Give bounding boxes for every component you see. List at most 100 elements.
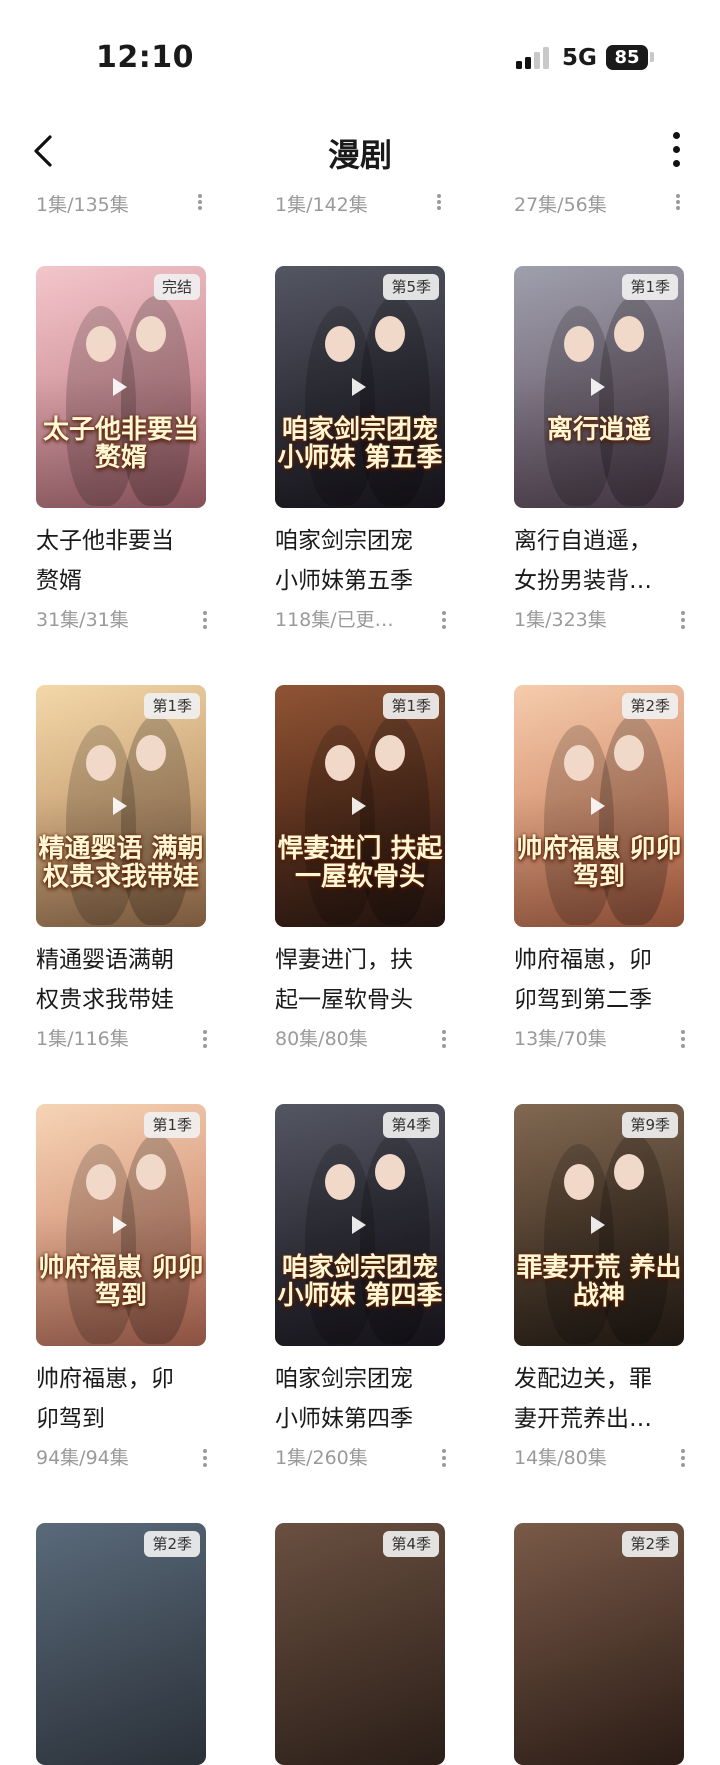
drama-title[interactable]: 离行自逍遥， 女扮男装背… <box>514 521 686 601</box>
episode-count: 14集/80集 <box>514 1447 607 1469</box>
item-more-icon[interactable] <box>441 1447 447 1469</box>
title-line-1: 太子他非要当 <box>36 528 174 554</box>
poster-title: 咱家剑宗团宠小师妹 第五季 <box>277 415 443 474</box>
episode-count: 27集/56集 <box>514 194 607 216</box>
item-more-icon[interactable] <box>436 190 442 212</box>
title-line-2: 卯驾到第二季 <box>514 987 652 1013</box>
network-label: 5G <box>562 45 597 71</box>
title-line-2: 女扮男装背… <box>514 568 652 594</box>
poster-image[interactable]: 第2季 <box>36 1523 206 1765</box>
poster-title: 罪妻开荒 养出战神 <box>516 1253 682 1312</box>
drama-title[interactable]: 太子他非要当 赘婿 <box>36 521 208 601</box>
title-line-2: 赘婿 <box>36 568 82 594</box>
signal-icon <box>516 47 550 69</box>
title-line-2: 小师妹第四季 <box>275 1406 413 1432</box>
season-badge: 第1季 <box>622 274 678 300</box>
play-icon <box>591 378 605 396</box>
poster-title: 太子他非要当赘婿 <box>42 415 199 474</box>
play-icon <box>591 1216 605 1234</box>
item-more-icon[interactable] <box>197 190 203 212</box>
season-badge: 第1季 <box>144 693 200 719</box>
play-icon <box>113 1216 127 1234</box>
title-line-2: 妻开荒养出… <box>514 1406 652 1432</box>
episode-count: 1集/323集 <box>514 609 607 631</box>
poster-title: 精通婴语 满朝权贵求我带娃 <box>38 834 204 893</box>
page-title: 漫剧 <box>327 136 392 174</box>
item-more-icon[interactable] <box>675 190 681 212</box>
poster-image[interactable]: 第4季 <box>275 1523 445 1765</box>
episode-count: 1集/142集 <box>275 194 368 216</box>
title-line-1: 悍妻进门，扶 <box>275 947 413 973</box>
drama-title[interactable]: 帅府福崽，卯 卯驾到第二季 <box>514 940 686 1020</box>
drama-title[interactable]: 咱家剑宗团宠 小师妹第五季 <box>275 521 447 601</box>
drama-title[interactable]: 悍妻进门，扶 起一屋软骨头 <box>275 940 447 1020</box>
item-more-icon[interactable] <box>680 1028 686 1050</box>
title-line-2: 小师妹第五季 <box>275 568 413 594</box>
item-more-icon[interactable] <box>680 609 686 631</box>
season-badge: 第5季 <box>383 274 439 300</box>
title-line-1: 咱家剑宗团宠 <box>275 528 413 554</box>
episode-count: 94集/94集 <box>36 1447 129 1469</box>
play-icon <box>352 378 366 396</box>
poster-title: 咱家剑宗团宠小师妹 第四季 <box>277 1253 443 1312</box>
play-icon <box>113 378 127 396</box>
poster-title: 帅府福崽 卯卯驾到 <box>516 834 682 893</box>
title-line-1: 离行自逍遥， <box>514 528 652 554</box>
item-more-icon[interactable] <box>202 1447 208 1469</box>
battery-icon: 85 <box>606 45 648 70</box>
season-badge: 第2季 <box>144 1531 200 1557</box>
season-badge: 第1季 <box>144 1112 200 1138</box>
play-icon <box>113 797 127 815</box>
season-badge: 第1季 <box>383 693 439 719</box>
title-line-2: 起一屋软骨头 <box>275 987 413 1013</box>
play-icon <box>352 1216 366 1234</box>
drama-title[interactable]: 发配边关，罪 妻开荒养出… <box>514 1359 686 1439</box>
episode-count: 31集/31集 <box>36 609 129 631</box>
poster-title: 悍妻进门 扶起一屋软骨头 <box>277 834 443 893</box>
season-badge: 第4季 <box>383 1531 439 1557</box>
poster-image[interactable]: 太子他非要当赘婿 完结 <box>36 266 206 508</box>
drama-title[interactable]: 帅府福崽，卯 卯驾到 <box>36 1359 208 1439</box>
title-line-1: 帅府福崽，卯 <box>36 1366 174 1392</box>
item-more-icon[interactable] <box>441 1028 447 1050</box>
poster-image[interactable]: 第2季 <box>514 1523 684 1765</box>
poster-title: 离行逍遥 <box>546 415 651 445</box>
status-time: 12:10 <box>96 40 194 75</box>
episode-count: 80集/80集 <box>275 1028 368 1050</box>
poster-image[interactable]: 咱家剑宗团宠小师妹 第五季 第5季 <box>275 266 445 508</box>
more-options-icon[interactable] <box>665 130 689 170</box>
poster-image[interactable]: 离行逍遥 第1季 <box>514 266 684 508</box>
poster-image[interactable]: 精通婴语 满朝权贵求我带娃 第1季 <box>36 685 206 927</box>
title-line-1: 精通婴语满朝 <box>36 947 174 973</box>
episode-count: 1集/135集 <box>36 194 129 216</box>
item-more-icon[interactable] <box>202 609 208 631</box>
poster-image[interactable]: 悍妻进门 扶起一屋软骨头 第1季 <box>275 685 445 927</box>
poster-image[interactable]: 罪妻开荒 养出战神 第9季 <box>514 1104 684 1346</box>
season-badge: 第2季 <box>622 693 678 719</box>
poster-image[interactable]: 咱家剑宗团宠小师妹 第四季 第4季 <box>275 1104 445 1346</box>
season-badge: 第9季 <box>622 1112 678 1138</box>
play-icon <box>352 797 366 815</box>
battery-tip <box>650 52 654 62</box>
episode-count: 13集/70集 <box>514 1028 607 1050</box>
drama-title[interactable]: 咱家剑宗团宠 小师妹第四季 <box>275 1359 447 1439</box>
title-line-1: 咱家剑宗团宠 <box>275 1366 413 1392</box>
episode-count: 118集/已更… <box>275 609 394 631</box>
episode-count: 1集/116集 <box>36 1028 129 1050</box>
poster-image[interactable]: 帅府福崽 卯卯驾到 第2季 <box>514 685 684 927</box>
title-line-1: 帅府福崽，卯 <box>514 947 652 973</box>
season-badge: 第2季 <box>622 1531 678 1557</box>
title-line-2: 卯驾到 <box>36 1406 105 1432</box>
season-badge: 第4季 <box>383 1112 439 1138</box>
play-icon <box>591 797 605 815</box>
season-badge: 完结 <box>153 274 200 300</box>
item-more-icon[interactable] <box>202 1028 208 1050</box>
episode-count: 1集/260集 <box>275 1447 368 1469</box>
title-line-1: 发配边关，罪 <box>514 1366 652 1392</box>
item-more-icon[interactable] <box>680 1447 686 1469</box>
item-more-icon[interactable] <box>441 609 447 631</box>
poster-image[interactable]: 帅府福崽 卯卯驾到 第1季 <box>36 1104 206 1346</box>
drama-title[interactable]: 精通婴语满朝 权贵求我带娃 <box>36 940 208 1020</box>
title-line-2: 权贵求我带娃 <box>36 987 174 1013</box>
poster-title: 帅府福崽 卯卯驾到 <box>38 1253 204 1312</box>
